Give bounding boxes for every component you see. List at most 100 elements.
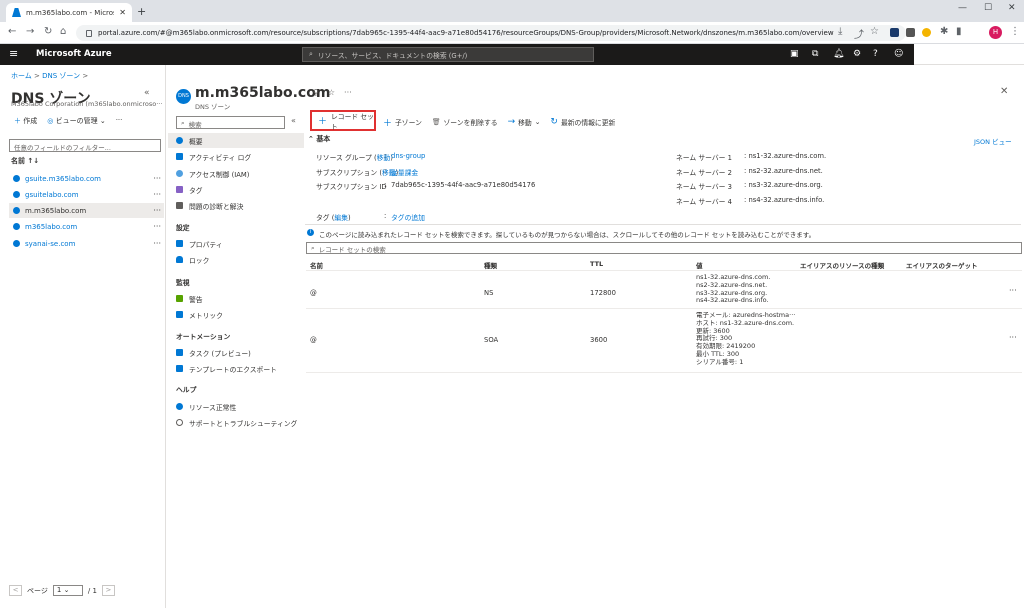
menu-item-properties[interactable]: プロパティ xyxy=(168,236,304,251)
url-field[interactable]: portal.azure.com/#@m365labo.onmicrosoft.… xyxy=(76,25,906,41)
menu-item-metrics[interactable]: メトリック xyxy=(168,307,304,322)
zone-name[interactable]: syanai-se.com xyxy=(25,240,75,248)
back-icon[interactable]: ← xyxy=(8,26,16,37)
col-header-type[interactable]: 種類 xyxy=(484,260,497,270)
menu-item-support[interactable]: サポートとトラブルシューティング xyxy=(168,415,304,430)
extensions-puzzle-icon[interactable]: ✱ xyxy=(940,26,948,37)
subscription-link[interactable]: 従量課金 xyxy=(391,167,418,177)
zone-name[interactable]: gsuite.m365labo.com xyxy=(25,175,101,183)
share-icon[interactable]: ⤴ xyxy=(854,26,864,41)
record-name[interactable]: @ xyxy=(310,289,317,297)
resource-group-link[interactable]: dns-group xyxy=(391,152,425,160)
zone-row-selected[interactable]: m.m365labo.com ··· xyxy=(9,203,164,218)
close-window-icon[interactable]: ✕ xyxy=(1008,3,1016,13)
zone-name[interactable]: m.m365labo.com xyxy=(25,207,86,215)
menu-search-input[interactable]: ⌕ 検索 xyxy=(176,116,285,129)
resource-title: m.m365labo.com xyxy=(195,85,331,101)
menu-item-resource-health[interactable]: リソース正常性 xyxy=(168,399,304,414)
profile-avatar[interactable]: H xyxy=(989,26,1002,39)
menu-item-tasks[interactable]: タスク (プレビュー) xyxy=(168,345,304,360)
close-icon[interactable]: ✕ xyxy=(1000,86,1008,97)
menu-item-export-template[interactable]: テンプレートのエクスポート xyxy=(168,361,304,376)
prev-page-button[interactable]: < xyxy=(9,585,22,596)
pin-icon[interactable]: ⚲ xyxy=(313,88,319,97)
extension-icon[interactable] xyxy=(906,28,915,37)
collapse-menu-icon[interactable]: « xyxy=(291,116,296,125)
menu-item-diagnose[interactable]: 問題の診断と解決 xyxy=(168,198,304,213)
delete-zone-button[interactable]: 🗑︎ ゾーンを削除する xyxy=(432,117,498,127)
browser-menu-icon[interactable]: ⋮ xyxy=(1010,26,1020,37)
browser-tab[interactable]: m.m365labo.com - Microsoft Az ✕ xyxy=(6,3,132,22)
zone-row[interactable]: gsuite.m365labo.com ··· xyxy=(9,171,164,186)
more-icon[interactable]: ··· xyxy=(1009,286,1017,295)
new-tab-icon[interactable]: + xyxy=(137,5,146,18)
more-icon[interactable]: ··· xyxy=(153,174,161,183)
add-child-zone-button[interactable]: ＋子ゾーン xyxy=(383,116,422,129)
account-area[interactable] xyxy=(914,44,1024,65)
zone-row[interactable]: syanai-se.com ··· xyxy=(9,236,164,251)
manage-view-button[interactable]: ◎ ビューの管理 ⌄ xyxy=(47,116,105,126)
next-page-button[interactable]: > xyxy=(101,585,115,596)
zone-name[interactable]: m365labo.com xyxy=(25,223,77,231)
hamburger-menu-icon[interactable]: ≡ xyxy=(9,47,18,60)
menu-item-iam[interactable]: アクセス制御 (IAM) xyxy=(168,166,304,181)
home-icon[interactable]: ⌂ xyxy=(60,26,66,37)
extension-shield-icon[interactable] xyxy=(890,28,899,37)
menu-item-activity-log[interactable]: アクティビティ ログ xyxy=(168,149,304,164)
more-icon[interactable]: ··· xyxy=(153,222,161,231)
help-icon[interactable]: ? xyxy=(873,49,878,59)
name-column-header[interactable]: 名前 ↑↓ xyxy=(11,156,39,166)
azure-brand[interactable]: Microsoft Azure xyxy=(36,49,112,59)
tab-title: m.m365labo.com - Microsoft Az xyxy=(26,8,114,17)
more-icon[interactable]: ··· xyxy=(344,88,352,97)
global-search-input[interactable]: ⌕ リソース、サービス、ドキュメントの検索 (G+/) xyxy=(302,47,594,62)
bookmark-star-icon[interactable]: ☆ xyxy=(870,26,879,37)
more-icon[interactable]: ··· xyxy=(153,190,161,199)
zone-name[interactable]: gsuitelabo.com xyxy=(25,191,79,199)
create-button[interactable]: ＋ 作成 xyxy=(14,116,37,126)
favorite-star-icon[interactable]: ☆ xyxy=(328,88,335,97)
close-tab-icon[interactable]: ✕ xyxy=(119,8,126,17)
more-icon[interactable]: ··· xyxy=(116,116,123,126)
record-type: SOA xyxy=(484,336,499,344)
col-header-name[interactable]: 名前 xyxy=(310,260,323,270)
extension-color-icon[interactable] xyxy=(922,28,931,37)
download-icon[interactable]: ⤓ xyxy=(838,26,842,37)
page-select[interactable]: 1 ⌄ xyxy=(52,585,83,596)
reload-icon[interactable]: ↻ xyxy=(44,26,52,37)
menu-item-alerts[interactable]: 警告 xyxy=(168,291,304,306)
zone-row[interactable]: m365labo.com ··· xyxy=(9,219,164,234)
refresh-button[interactable]: ↻ 最新の情報に更新 xyxy=(550,117,615,127)
json-view-link[interactable]: JSON ビュー xyxy=(974,136,1012,146)
collapse-icon[interactable]: « xyxy=(144,88,150,98)
minimize-icon[interactable]: — xyxy=(958,3,967,13)
edit-tags-link[interactable]: 編集 xyxy=(334,214,348,222)
essentials-header[interactable]: ⌃ 基本 xyxy=(308,134,1023,145)
menu-item-tags[interactable]: タグ xyxy=(168,182,304,197)
feedback-icon[interactable]: ☺ xyxy=(894,49,903,59)
maximize-icon[interactable]: ☐ xyxy=(984,3,992,13)
cloud-shell-icon[interactable]: ▣ xyxy=(790,49,799,59)
ns4-value: : ns4-32.azure-dns.info. xyxy=(744,196,825,204)
col-header-value[interactable]: 値 xyxy=(696,260,703,270)
tags-label-end: ) xyxy=(348,214,351,222)
more-icon[interactable]: ··· xyxy=(153,239,161,248)
menu-item-locks[interactable]: ロック xyxy=(168,252,304,267)
add-tags-link[interactable]: タグの追加 xyxy=(391,212,425,222)
forward-icon[interactable]: → xyxy=(26,26,34,37)
filter-input[interactable]: 任意のフィールドのフィルター... xyxy=(9,139,161,152)
col-header-ttl[interactable]: TTL xyxy=(590,260,603,268)
zone-row[interactable]: gsuitelabo.com ··· xyxy=(9,187,164,202)
move-button[interactable]: → 移動 ⌄ xyxy=(508,117,541,127)
col-header-alias-resource-type[interactable]: エイリアスのリソースの種類 xyxy=(800,260,884,270)
more-icon[interactable]: ··· xyxy=(153,206,161,215)
record-set-search-input[interactable]: ⌕ レコード セットの検索 xyxy=(306,242,1022,254)
settings-gear-icon[interactable]: ⚙ xyxy=(853,49,861,59)
directory-filter-icon[interactable]: ⧉ xyxy=(812,49,818,59)
col-header-alias-target[interactable]: エイリアスのターゲット xyxy=(906,260,978,270)
more-icon[interactable]: ··· xyxy=(1009,333,1017,342)
sidepanel-icon[interactable]: ▮ xyxy=(956,26,962,37)
menu-item-overview[interactable]: 概要 xyxy=(168,133,304,148)
notifications-icon[interactable]: 🔔︎ xyxy=(833,49,844,59)
record-name[interactable]: @ xyxy=(310,336,317,344)
